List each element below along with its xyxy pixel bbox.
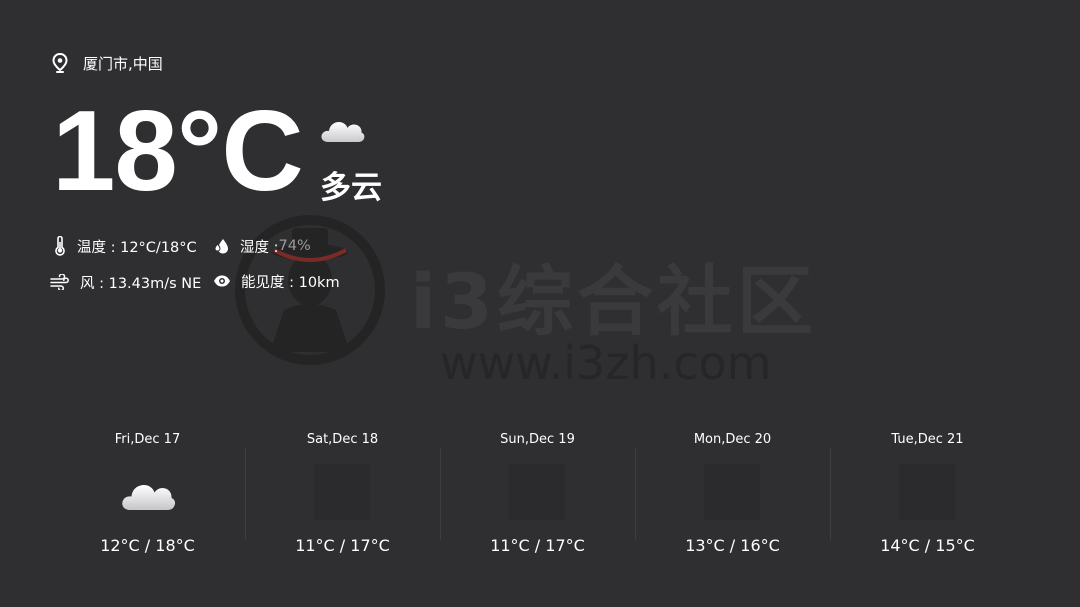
- forecast-day[interactable]: Tue,Dec 21 14°C / 15°C: [830, 428, 1025, 568]
- forecast-range: 11°C / 17°C: [490, 536, 585, 555]
- location-pin-icon: [52, 53, 68, 73]
- watermark: i3综合社区 www.i3zh.com: [234, 212, 834, 392]
- humidity-drop-icon: [214, 239, 228, 254]
- detail-humidity: 湿度 : 74%: [214, 235, 311, 257]
- current-condition: 多云: [320, 170, 382, 206]
- wind-icon: [50, 274, 69, 290]
- detail-wind-label: 风 : 13.43m/s NE: [80, 275, 202, 292]
- watermark-url: www.i3zh.com: [440, 336, 772, 390]
- cloud-icon: [122, 485, 176, 510]
- location-name: 厦门市,中国: [83, 54, 163, 73]
- forecast-day-name: Tue,Dec 21: [891, 432, 964, 447]
- forecast-day-name: Mon,Dec 20: [693, 432, 772, 447]
- detail-temperature: 温度 : 12°C/18°C: [53, 235, 197, 257]
- detail-temperature-label: 温度 : 12°C/18°C: [77, 239, 197, 256]
- forecast-icon-placeholder: [899, 464, 955, 520]
- forecast-icon-placeholder: [704, 464, 760, 520]
- thermometer-icon: [55, 236, 65, 256]
- location[interactable]: 厦门市,中国: [52, 52, 163, 74]
- detail-humidity-value: 74%: [278, 238, 311, 254]
- detail-humidity-label: 湿度 :: [240, 239, 279, 256]
- forecast-icon-placeholder: [314, 464, 370, 520]
- forecast-icon-placeholder: [509, 464, 565, 520]
- cloud-icon: [321, 122, 365, 142]
- forecast-day-name: Sun,Dec 19: [500, 432, 575, 447]
- forecast-range: 14°C / 15°C: [880, 536, 975, 555]
- forecast-range: 12°C / 18°C: [100, 536, 195, 555]
- forecast-range: 13°C / 16°C: [685, 536, 780, 555]
- forecast-range: 11°C / 17°C: [295, 536, 390, 555]
- weather-screen: i3综合社区 www.i3zh.com 厦门市,中国 18°C 多云 温度 : …: [0, 0, 1080, 607]
- detail-visibility-label: 能见度 : 10km: [241, 274, 340, 291]
- detail-visibility: 能见度 : 10km: [213, 270, 340, 292]
- forecast-day-name: Sat,Dec 18: [306, 432, 379, 447]
- forecast-day[interactable]: Fri,Dec 17 12°C / 18°C: [50, 428, 245, 568]
- forecast-day[interactable]: Sat,Dec 18 11°C / 17°C: [245, 428, 440, 568]
- detail-wind: 风 : 13.43m/s NE: [50, 271, 201, 293]
- forecast-day[interactable]: Mon,Dec 20 13°C / 16°C: [635, 428, 830, 568]
- watermark-title: i3综合社区: [410, 257, 817, 346]
- forecast-day[interactable]: Sun,Dec 19 11°C / 17°C: [440, 428, 635, 568]
- forecast-day-name: Fri,Dec 17: [114, 432, 181, 447]
- forecast-strip: Fri,Dec 17 12°C / 18°C Sat,Dec 18 11°C /…: [50, 428, 1026, 568]
- eye-icon: [214, 275, 230, 287]
- current-temperature: 18°C: [52, 88, 304, 215]
